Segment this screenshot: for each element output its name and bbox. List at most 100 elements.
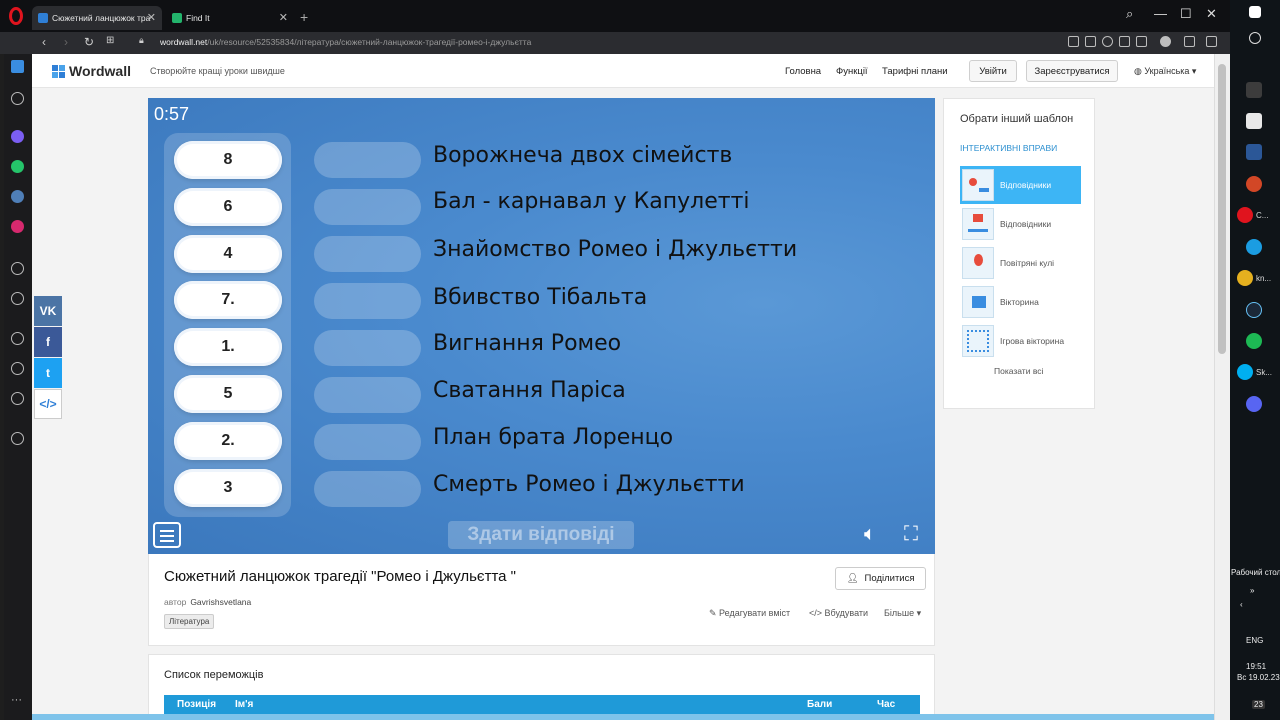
- nav-home[interactable]: Головна: [785, 66, 821, 77]
- show-all-link[interactable]: Показати всі: [994, 366, 1043, 376]
- url-field[interactable]: wordwall.net/uk/resource/52535834/літера…: [160, 37, 531, 47]
- forward-icon[interactable]: ›: [64, 35, 68, 49]
- speed-dial-icon[interactable]: [11, 92, 24, 105]
- template-match-up[interactable]: Відповідники: [960, 166, 1081, 204]
- word-icon[interactable]: [1246, 144, 1262, 160]
- number-card[interactable]: 2.: [174, 422, 282, 460]
- home-icon[interactable]: [11, 60, 24, 73]
- easy-setup-icon[interactable]: [1206, 36, 1217, 47]
- tips-icon[interactable]: [11, 432, 24, 445]
- spotify-icon[interactable]: [1246, 333, 1262, 349]
- tab-find-it[interactable]: Find It ✕: [166, 6, 294, 30]
- mail-icon[interactable]: [1246, 113, 1262, 129]
- wordwall-logo[interactable]: Wordwall: [52, 63, 131, 79]
- discord-icon[interactable]: [1246, 396, 1262, 412]
- page-scrollbar[interactable]: [1214, 54, 1230, 720]
- number-card[interactable]: 1.: [174, 328, 282, 366]
- share-button[interactable]: 👤︎ Поділитися: [835, 567, 926, 590]
- reload-icon[interactable]: ↻: [84, 35, 94, 49]
- tab-active[interactable]: Сюжетний ланцюжок трa ✕: [32, 6, 162, 30]
- messenger-icon[interactable]: [11, 130, 24, 143]
- chrome-icon[interactable]: [1237, 270, 1253, 286]
- chevron-left-icon[interactable]: ‹: [1240, 600, 1243, 609]
- edge-icon[interactable]: [1246, 239, 1262, 255]
- tabs-grid-icon[interactable]: ⊞: [106, 35, 114, 46]
- language-select[interactable]: ◍ Українська ▾: [1134, 66, 1196, 77]
- flow-icon[interactable]: [11, 292, 24, 305]
- fullscreen-icon[interactable]: ⛶: [904, 523, 918, 546]
- maximize-icon[interactable]: ☐: [1180, 6, 1192, 22]
- author-link[interactable]: Gavrishsvetlana: [190, 597, 251, 607]
- bookmark-add-icon[interactable]: [1068, 36, 1079, 47]
- desktop-label[interactable]: Рабочий стол: [1231, 568, 1280, 577]
- settings-icon[interactable]: [11, 392, 24, 405]
- submit-answers-button[interactable]: Здати відповіді: [448, 521, 634, 549]
- scrollbar-thumb[interactable]: [1218, 64, 1226, 354]
- game-menu-button[interactable]: [153, 522, 181, 548]
- powerpoint-icon[interactable]: [1246, 176, 1262, 192]
- embed-code-button[interactable]: </>: [34, 389, 62, 419]
- search-icon[interactable]: ⌕: [1126, 6, 1133, 22]
- number-card[interactable]: 8: [174, 141, 282, 179]
- drop-slot[interactable]: [314, 236, 421, 272]
- profile-icon[interactable]: [1160, 36, 1171, 47]
- snapshot-icon[interactable]: [1085, 36, 1096, 47]
- drop-slot[interactable]: [314, 330, 421, 366]
- new-tab-icon[interactable]: +: [300, 9, 308, 25]
- send-icon[interactable]: [1119, 36, 1130, 47]
- login-button[interactable]: Увійти: [969, 60, 1017, 82]
- number-card[interactable]: 4: [174, 235, 282, 273]
- vk-icon[interactable]: [11, 190, 24, 203]
- keyboard-language[interactable]: ENG: [1246, 636, 1263, 645]
- chevron-down-icon[interactable]: »: [1250, 586, 1254, 595]
- download-icon[interactable]: [1184, 36, 1195, 47]
- instagram-icon[interactable]: [11, 220, 24, 233]
- nav-features[interactable]: Функції: [836, 66, 868, 77]
- template-match-up-2[interactable]: Відповідники: [960, 205, 1081, 243]
- drop-slot[interactable]: [314, 283, 421, 319]
- drop-slot[interactable]: [314, 424, 421, 460]
- player-icon[interactable]: [11, 262, 24, 275]
- share-twitter-button[interactable]: t: [34, 358, 62, 388]
- more-icon[interactable]: ···: [11, 694, 24, 707]
- drop-slot[interactable]: [314, 377, 421, 413]
- back-icon[interactable]: ‹: [42, 35, 46, 49]
- close-tab-icon[interactable]: ✕: [147, 11, 156, 24]
- close-tab-icon[interactable]: ✕: [279, 11, 288, 24]
- sound-icon[interactable]: 🔈︎: [864, 523, 876, 546]
- template-gameshow-quiz[interactable]: Ігрова вікторина: [960, 322, 1081, 360]
- register-button[interactable]: Зареєструватися: [1026, 60, 1118, 82]
- subject-tag[interactable]: Література: [164, 614, 215, 629]
- more-dropdown[interactable]: Більше ▾: [884, 608, 921, 619]
- share-vk-button[interactable]: VK: [34, 296, 62, 326]
- nav-pricing[interactable]: Тарифні плани: [882, 66, 948, 77]
- number-card[interactable]: 5: [174, 375, 282, 413]
- template-quiz[interactable]: Вікторина: [960, 283, 1081, 321]
- share-facebook-button[interactable]: f: [34, 327, 62, 357]
- opera-menu-icon[interactable]: [9, 7, 23, 25]
- steam-icon[interactable]: [1246, 302, 1262, 318]
- adblock-icon[interactable]: [1102, 36, 1113, 47]
- edit-content-link[interactable]: ✎ Редагувати вміст: [709, 608, 790, 619]
- close-window-icon[interactable]: ✕: [1206, 6, 1217, 22]
- opera-taskbar-icon[interactable]: [1237, 207, 1253, 223]
- tab-title: Find It: [186, 13, 210, 23]
- template-balloons[interactable]: Повітряні кулі: [960, 244, 1081, 282]
- drop-slot[interactable]: [314, 142, 421, 178]
- number-card[interactable]: 3: [174, 469, 282, 507]
- notification-badge[interactable]: 23: [1252, 700, 1265, 709]
- skype-icon[interactable]: [1237, 364, 1253, 380]
- drop-slot[interactable]: [314, 189, 421, 225]
- store-icon[interactable]: [1246, 82, 1262, 98]
- windows-start-icon[interactable]: [1249, 6, 1261, 18]
- bookmarks-icon[interactable]: [11, 332, 24, 345]
- heart-icon[interactable]: [1136, 36, 1147, 47]
- search-icon[interactable]: [1249, 32, 1261, 44]
- embed-link[interactable]: </> Вбудувати: [809, 608, 868, 618]
- number-card[interactable]: 6: [174, 188, 282, 226]
- minimize-icon[interactable]: —: [1154, 6, 1167, 21]
- number-card[interactable]: 7.: [174, 281, 282, 319]
- history-icon[interactable]: [11, 362, 24, 375]
- drop-slot[interactable]: [314, 471, 421, 507]
- whatsapp-icon[interactable]: [11, 160, 24, 173]
